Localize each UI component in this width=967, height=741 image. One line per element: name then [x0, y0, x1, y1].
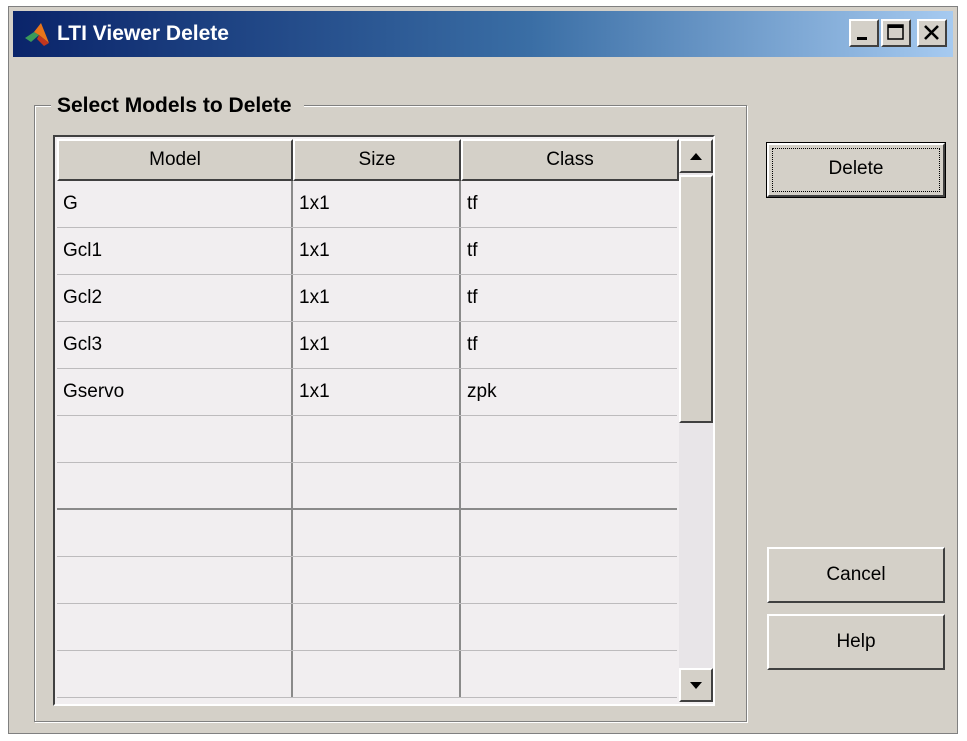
size-cell[interactable]: 1x1	[293, 322, 461, 368]
table-row[interactable]: G 1x1 tf	[57, 181, 677, 228]
delete-button[interactable]: Delete	[766, 142, 946, 198]
table-row[interactable]	[57, 651, 677, 698]
class-cell[interactable]: tf	[461, 275, 677, 321]
model-cell[interactable]: Gcl3	[57, 322, 293, 368]
window-title: LTI Viewer Delete	[57, 22, 229, 45]
size-cell[interactable]	[293, 557, 461, 603]
table-row[interactable]	[57, 463, 677, 510]
close-button[interactable]	[917, 19, 947, 47]
size-cell[interactable]: 1x1	[293, 275, 461, 321]
table-row[interactable]	[57, 510, 677, 557]
scroll-down-button[interactable]	[679, 668, 713, 702]
model-cell[interactable]	[57, 416, 293, 462]
column-header-model[interactable]: Model	[57, 139, 293, 181]
model-cell[interactable]	[57, 557, 293, 603]
size-cell[interactable]: 1x1	[293, 369, 461, 415]
class-cell[interactable]	[461, 604, 677, 650]
class-cell[interactable]: tf	[461, 181, 677, 227]
size-cell[interactable]	[293, 463, 461, 508]
table-row[interactable]	[57, 557, 677, 604]
size-cell[interactable]: 1x1	[293, 228, 461, 274]
model-cell[interactable]	[57, 510, 293, 556]
help-button[interactable]: Help	[767, 614, 945, 670]
class-cell[interactable]	[461, 557, 677, 603]
model-cell[interactable]	[57, 651, 293, 697]
table-row[interactable]	[57, 604, 677, 651]
class-cell[interactable]	[461, 651, 677, 697]
table-row[interactable]	[57, 416, 677, 463]
size-cell[interactable]	[293, 651, 461, 697]
help-button-label: Help	[836, 631, 876, 652]
size-cell[interactable]	[293, 510, 461, 556]
scroll-thumb[interactable]	[679, 175, 713, 423]
size-cell[interactable]	[293, 604, 461, 650]
table-body: G 1x1 tf Gcl1 1x1 tf Gcl2 1x1 tf Gcl3 1x…	[57, 181, 677, 698]
class-cell[interactable]	[461, 416, 677, 462]
class-cell[interactable]	[461, 463, 677, 508]
cancel-button-label: Cancel	[826, 564, 886, 585]
model-cell[interactable]: Gcl2	[57, 275, 293, 321]
matlab-logo-icon	[23, 21, 51, 49]
cancel-button[interactable]: Cancel	[767, 547, 945, 603]
table-row[interactable]: Gcl3 1x1 tf	[57, 322, 677, 369]
model-cell[interactable]: Gcl1	[57, 228, 293, 274]
class-cell[interactable]: tf	[461, 322, 677, 368]
class-cell[interactable]	[461, 510, 677, 556]
table-row[interactable]: Gcl2 1x1 tf	[57, 275, 677, 322]
table-row[interactable]: Gservo 1x1 zpk	[57, 369, 677, 416]
class-cell[interactable]: zpk	[461, 369, 677, 415]
model-cell[interactable]: Gservo	[57, 369, 293, 415]
group-title: Select Models to Delete	[51, 93, 304, 119]
column-header-size[interactable]: Size	[293, 139, 461, 181]
size-cell[interactable]	[293, 416, 461, 462]
models-table[interactable]: Model Size Class G 1x1 tf Gcl1 1x1 tf Gc…	[53, 135, 715, 706]
minimize-button[interactable]	[849, 19, 879, 47]
focus-rectangle	[772, 148, 940, 192]
title-bar[interactable]: LTI Viewer Delete	[13, 11, 953, 57]
maximize-button[interactable]	[881, 19, 911, 47]
vertical-scrollbar[interactable]	[679, 139, 713, 702]
lti-viewer-delete-dialog: LTI Viewer Delete Select Models to Delet…	[8, 6, 958, 734]
column-header-class[interactable]: Class	[461, 139, 679, 181]
size-cell[interactable]: 1x1	[293, 181, 461, 227]
class-cell[interactable]: tf	[461, 228, 677, 274]
model-cell[interactable]: G	[57, 181, 293, 227]
table-row[interactable]: Gcl1 1x1 tf	[57, 228, 677, 275]
model-cell[interactable]	[57, 604, 293, 650]
model-cell[interactable]	[57, 463, 293, 508]
scroll-up-button[interactable]	[679, 139, 713, 173]
